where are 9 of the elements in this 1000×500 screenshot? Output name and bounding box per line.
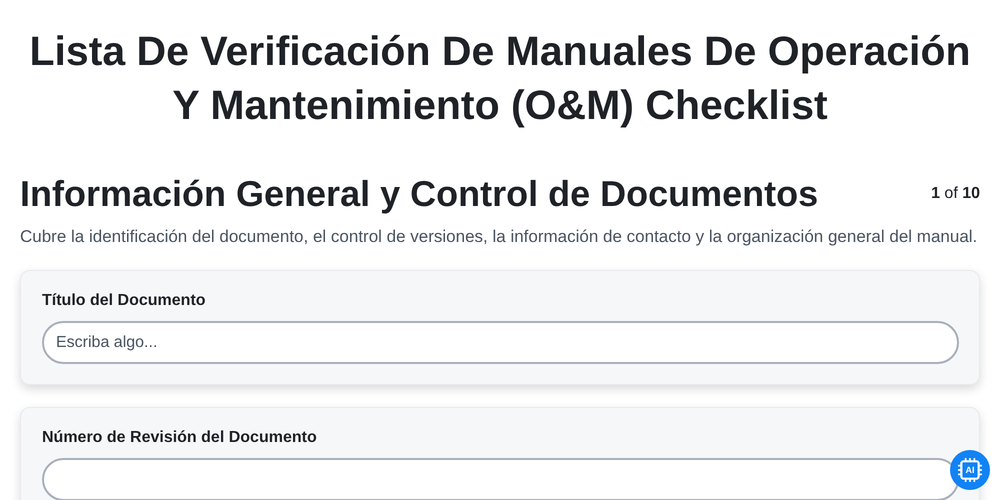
text-field[interactable]: [42, 458, 959, 500]
section-heading: Información General y Control de Documentos: [20, 172, 818, 216]
field-label: Título del Documento: [42, 291, 207, 311]
chip-icon: [957, 457, 983, 483]
section-description: Cubre la identificación del documento, el control de versiones, la información de contacto y la organización general del manual.: [20, 226, 978, 248]
text-field[interactable]: Escriba algo...: [42, 321, 959, 364]
progress-counter: 1 of 10: [931, 185, 980, 203]
page-title: Lista De Verificación De Manuales De Operación Y Mantenimiento (O&M) Checklist: [28, 27, 972, 130]
field-label: Número de Revisión del Documento: [42, 428, 318, 448]
